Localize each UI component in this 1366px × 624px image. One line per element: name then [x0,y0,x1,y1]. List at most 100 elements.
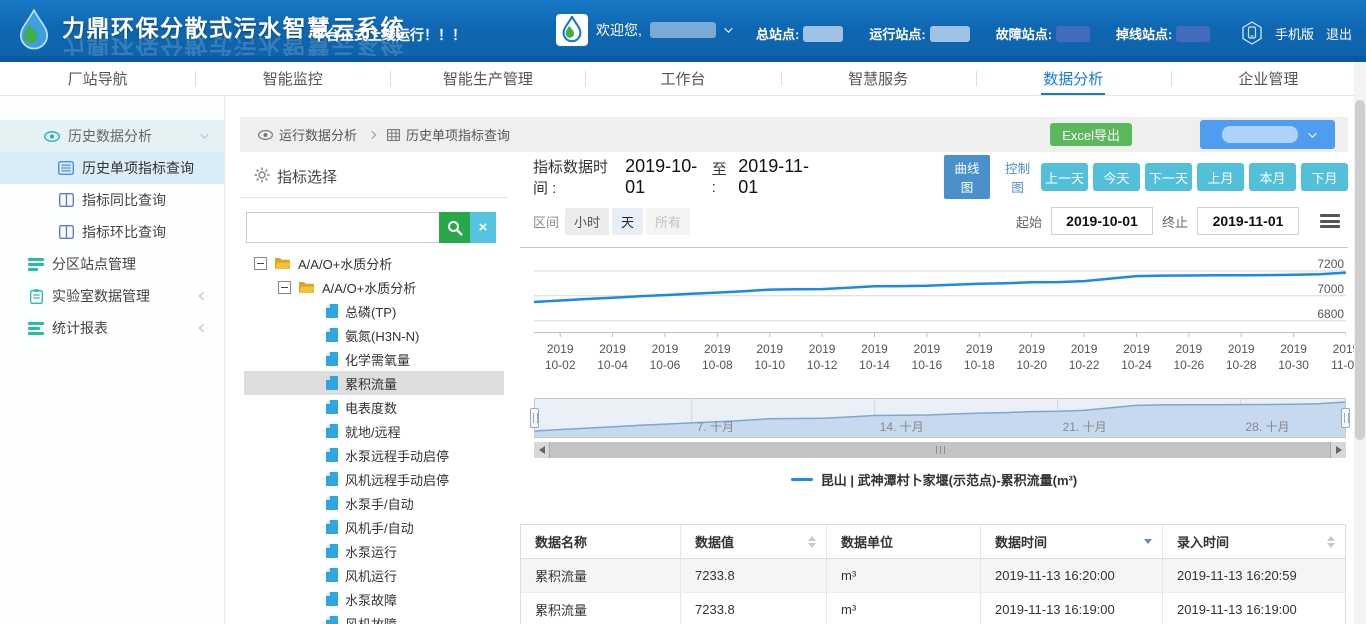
today-button[interactable]: 今天 [1093,163,1140,191]
search-button[interactable] [439,212,470,243]
tree-folder[interactable]: A/A/O+水质分析 [244,251,504,275]
chart-scrollbar[interactable] [534,442,1346,458]
sort-icon[interactable] [1327,536,1335,548]
next-day-button[interactable]: 下一天 [1145,163,1192,191]
start-label: 起始 [1016,212,1042,231]
clear-search-button[interactable]: × [470,212,496,243]
navigator-left-handle[interactable] [530,408,539,428]
tree-file-item[interactable]: 水泵运行 [244,539,504,563]
scroll-left-arrow[interactable] [534,442,549,458]
sidebar-item-yoy-query[interactable]: 指标同比查询 [0,184,224,216]
company-logo-icon [556,14,588,46]
chart-query-panel: 指标数据时间 : 2019-10-01 至 : 2019-11-01 曲线图 控… [520,152,1348,624]
tree-file-item[interactable]: 风机远程手动启停 [244,467,504,491]
tree-file-item[interactable]: 风机运行 [244,563,504,587]
control-chart-button[interactable]: 控制图 [994,155,1041,199]
tree-file-item[interactable]: 风机故障 [244,611,504,624]
eye-icon [258,130,273,140]
sidebar-item-mom-query[interactable]: 指标环比查询 [0,216,224,248]
col-header-data-time[interactable]: 数据时间 [981,525,1163,559]
col-header-data-value[interactable]: 数据值 [681,525,827,559]
scrollbar-thumb[interactable] [549,442,1331,458]
chart-title-row: 指标数据时间 : 2019-10-01 至 : 2019-11-01 曲线图 控… [533,160,1348,194]
date-to-value: 2019-11-01 [738,156,818,198]
page-scrollbar[interactable] [1354,62,1366,624]
scroll-right-arrow[interactable] [1331,442,1346,458]
prev-day-button[interactable]: 上一天 [1041,163,1088,191]
collapse-icon[interactable] [278,281,291,294]
tree-file-item[interactable]: 水泵远程手动启停 [244,443,504,467]
collapse-icon[interactable] [254,257,267,270]
svg-text:6800: 6800 [1317,307,1344,321]
folder-icon [274,257,291,270]
page-scrollbar-thumb[interactable] [1355,100,1365,440]
tree-file-item[interactable]: 就地/远程 [244,419,504,443]
tree-search-input[interactable] [246,212,439,243]
station-name-redacted [1222,126,1298,143]
sidebar-item-zone-station-mgmt[interactable]: 分区站点管理 [0,248,224,280]
sort-icon[interactable] [808,536,816,548]
curve-chart-button[interactable]: 曲线图 [944,155,991,199]
next-month-button[interactable]: 下月 [1301,163,1348,191]
tree-folder[interactable]: A/A/O+水质分析 [244,275,504,299]
x-tick-label: 201910-26 [1173,341,1204,373]
stat-value-redacted [803,26,843,42]
tree-file-item[interactable]: 总磷(TP) [244,299,504,323]
tree-file-item-selected[interactable]: 累积流量 [244,371,504,395]
sidebar-item-statistics-report[interactable]: 统计报表 [0,312,224,344]
navigator-right-handle[interactable] [1341,408,1350,428]
tree-file-item[interactable]: 水泵手/自动 [244,491,504,515]
this-month-button[interactable]: 本月 [1249,163,1296,191]
tree-file-label: 电表度数 [345,398,397,417]
interval-day-option[interactable]: 天 [612,208,643,235]
sort-desc-icon[interactable] [1144,539,1152,544]
col-header-entry-time[interactable]: 录入时间 [1163,525,1345,559]
sidebar-item-lab-data-mgmt[interactable]: 实验室数据管理 [0,280,224,312]
excel-export-button[interactable]: Excel导出 [1050,123,1132,146]
file-icon [326,472,338,486]
svg-text:7200: 7200 [1317,257,1344,271]
col-header-data-name[interactable]: 数据名称 [521,525,681,559]
col-header-data-unit[interactable]: 数据单位 [827,525,981,559]
prev-month-button[interactable]: 上月 [1197,163,1244,191]
chart-menu-icon[interactable] [1320,214,1340,228]
nav-item-workbench[interactable]: 工作台 [585,62,780,95]
top-actions: 手机版 退出 [1241,21,1352,45]
table-row[interactable]: 累积流量 7233.8 m³ 2019-11-13 16:20:00 2019-… [521,559,1345,592]
tree-file-label: 风机手/自动 [345,518,414,537]
mobile-version-link[interactable]: 手机版 [1275,24,1314,43]
nav-item-data-analysis[interactable]: 数据分析 [976,62,1171,95]
sidebar-group-history-data[interactable]: 历史数据分析 [0,120,224,152]
tree-file-item[interactable]: 风机手/自动 [244,515,504,539]
start-date-input[interactable] [1051,207,1153,235]
nav-item-plant-navigation[interactable]: 厂站导航 [0,62,195,95]
table-row[interactable]: 累积流量 7233.8 m³ 2019-11-13 16:19:00 2019-… [521,592,1345,624]
interval-hour-option[interactable]: 小时 [565,208,609,235]
x-tick-label: 201910-14 [859,341,890,373]
user-menu[interactable]: 欢迎您, [556,14,730,46]
line-chart[interactable]: 720070006800 201910-02201910-04201910-06… [534,249,1346,375]
nav-item-smart-production[interactable]: 智能生产管理 [390,62,585,95]
x-tick-label: 201910-24 [1121,341,1152,373]
logout-link[interactable]: 退出 [1326,24,1352,43]
nav-item-smart-services[interactable]: 智慧服务 [781,62,976,95]
stat-value-redacted [1056,26,1090,42]
station-select-dropdown[interactable] [1200,120,1335,149]
tree-file-label: 风机运行 [345,566,397,585]
chart-range-navigator[interactable]: 7. 十月14. 十月21. 十月28. 十月 [534,398,1346,438]
end-date-input[interactable] [1197,207,1299,235]
interval-all-option[interactable]: 所有 [646,208,690,235]
breadcrumb-level1[interactable]: 运行数据分析 [279,125,357,144]
tree-file-item[interactable]: 化学需氧量 [244,347,504,371]
sidebar-item-single-indicator-query[interactable]: 历史单项指标查询 [0,152,224,184]
tree-file-item[interactable]: 水泵故障 [244,587,504,611]
nav-item-enterprise-mgmt[interactable]: 企业管理 [1171,62,1366,95]
stat-value-redacted [930,26,970,42]
nav-item-smart-monitoring[interactable]: 智能监控 [195,62,390,95]
file-icon [326,592,338,606]
date-range-inputs: 起始 终止 [1016,207,1340,235]
mobile-phone-hexagon-icon[interactable] [1241,21,1263,45]
tree-file-item[interactable]: 氨氮(H3N-N) [244,323,504,347]
chart-legend[interactable]: 昆山 | 武神潭村卜家堰(示范点)-累积流量(m³) [520,470,1348,489]
tree-file-item[interactable]: 电表度数 [244,395,504,419]
